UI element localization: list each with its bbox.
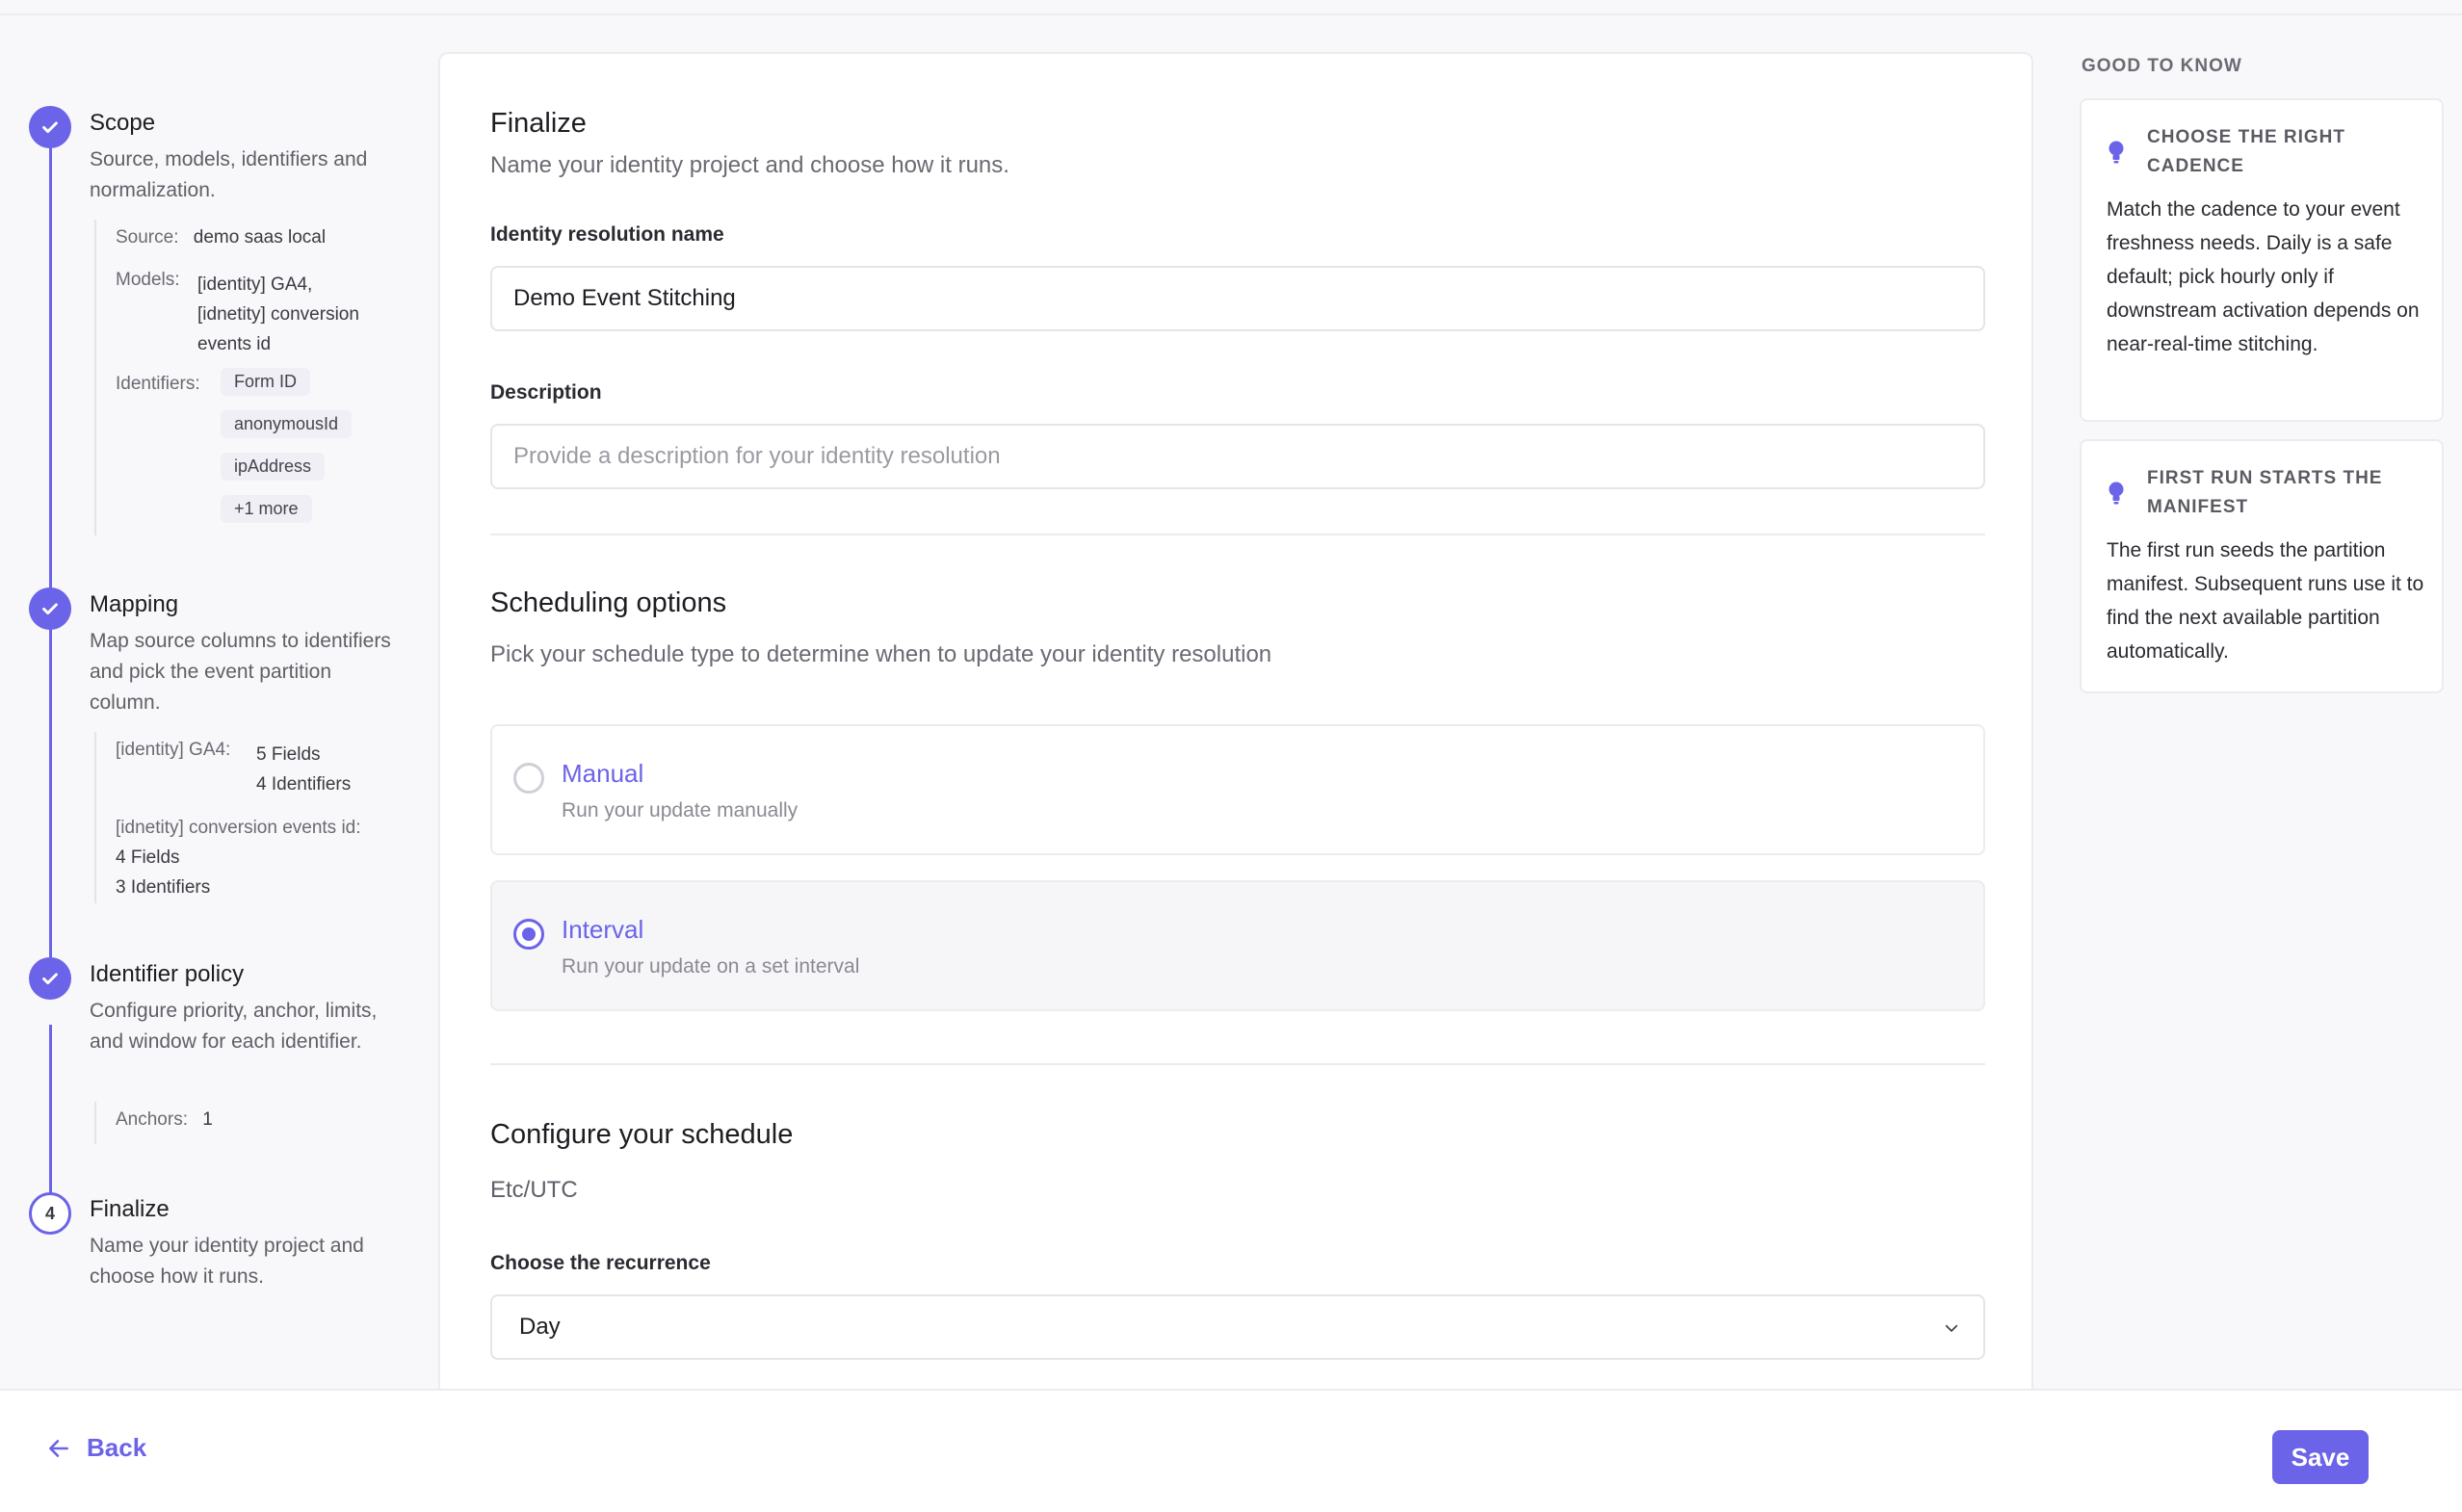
models-value-line: events id	[197, 334, 272, 354]
schedule-option-interval[interactable]: Interval Run your update on a set interv…	[490, 880, 1985, 1011]
step-title: Scope	[90, 110, 156, 136]
save-button[interactable]: Save	[2272, 1430, 2369, 1484]
scheduling-subtitle: Pick your schedule type to determine whe…	[490, 641, 1272, 667]
radio-button-selected[interactable]	[513, 919, 544, 950]
recurrence-label: Choose the recurrence	[490, 1252, 711, 1274]
step-description: Name your identity project and choose ho…	[90, 1235, 364, 1288]
identifier-chip: anonymousId	[221, 410, 353, 438]
scheduling-title: Scheduling options	[490, 587, 727, 618]
option-description: Run your update manually	[562, 799, 799, 821]
source-value: demo saas local	[193, 227, 327, 248]
step-mapping[interactable]: Mapping Map source columns to identifier…	[29, 587, 414, 925]
check-icon	[29, 957, 71, 1000]
page-title: Finalize	[490, 108, 587, 139]
tip-title: CHOOSE THE RIGHT CADENCE	[2147, 127, 2346, 176]
more-identifiers-chip[interactable]: +1 more	[221, 495, 312, 523]
identifier-chip: ipAddress	[221, 453, 326, 481]
models-value-line: [identity] GA4,	[197, 274, 313, 295]
option-description: Run your update on a set interval	[562, 955, 860, 978]
model-mapping-label: [identity] GA4:	[116, 740, 231, 760]
section-divider	[490, 1063, 1985, 1065]
identifiers-count: 3 Identifiers	[116, 877, 211, 898]
step-finalize[interactable]: 4 Finalize Name your identity project an…	[29, 1192, 414, 1308]
configure-title: Configure your schedule	[490, 1119, 794, 1150]
schedule-option-manual[interactable]: Manual Run your update manually	[490, 724, 1985, 855]
page-subtitle: Name your identity project and choose ho…	[490, 152, 1009, 178]
top-bar	[0, 0, 2462, 15]
step-title: Finalize	[90, 1196, 170, 1222]
arrow-left-icon	[49, 1439, 68, 1457]
fields-count: 4 Fields	[116, 847, 180, 868]
tip-card: CHOOSE THE RIGHT CADENCE Match the caden…	[2080, 98, 2444, 422]
tips-heading: GOOD TO KNOW	[2082, 56, 2242, 76]
step-identifier-policy[interactable]: Identifier policy Configure priority, an…	[29, 957, 414, 1150]
identifiers-count: 4 Identifiers	[256, 774, 352, 795]
step-description: Map source columns to identifiers and pi…	[90, 630, 391, 714]
identifier-chip: Form ID	[221, 368, 310, 396]
option-title: Manual	[562, 759, 644, 788]
fields-count: 5 Fields	[256, 744, 321, 765]
anchors-label: Anchors:	[116, 1109, 188, 1130]
name-label: Identity resolution name	[490, 223, 724, 246]
model-mapping-values: [idnetity] conversion events id: 4 Field…	[116, 813, 361, 902]
timezone-text: Etc/UTC	[490, 1177, 578, 1203]
step-details: Source: demo saas local Models: [identit…	[94, 220, 403, 535]
identifiers-label: Identifiers:	[116, 374, 200, 394]
step-description: Source, models, identifiers and normaliz…	[90, 148, 368, 201]
option-title: Interval	[562, 915, 644, 944]
models-value-line: [idnetity] conversion	[197, 304, 359, 325]
step-title: Mapping	[90, 591, 179, 617]
lightbulb-icon	[2108, 482, 2124, 505]
model-mapping-label: [idnetity] conversion events id:	[116, 818, 361, 838]
tip-body: Match the cadence to your event freshnes…	[2107, 198, 2420, 355]
back-button[interactable]: Back	[46, 1433, 146, 1463]
finalize-card: Finalize Name your identity project and …	[438, 52, 2033, 1400]
identity-name-input[interactable]	[490, 266, 1985, 331]
step-number: 4	[29, 1192, 71, 1235]
footer-bar: Back Save	[0, 1389, 2462, 1512]
tip-title: FIRST RUN STARTS THE MANIFEST	[2147, 468, 2383, 517]
model-mapping-values: 5 Fields 4 Identifiers	[256, 740, 351, 799]
radio-button[interactable]	[513, 763, 544, 794]
chevron-down-icon	[1945, 1324, 1958, 1332]
section-divider	[490, 534, 1985, 535]
step-details: [identity] GA4: 5 Fields 4 Identifiers […	[94, 732, 403, 903]
step-details: Anchors: 1	[94, 1102, 403, 1144]
models-label: Models:	[116, 270, 180, 290]
step-scope[interactable]: Scope Source, models, identifiers and no…	[29, 106, 414, 549]
models-value: [identity] GA4, [idnetity] conversion ev…	[197, 270, 359, 359]
description-label: Description	[490, 381, 602, 404]
check-icon	[29, 587, 71, 630]
description-input[interactable]	[490, 424, 1985, 489]
step-title: Identifier policy	[90, 961, 245, 987]
tip-card: FIRST RUN STARTS THE MANIFEST The first …	[2080, 439, 2444, 693]
recurrence-select[interactable]: Day	[490, 1294, 1985, 1360]
back-label: Back	[87, 1433, 147, 1462]
step-description: Configure priority, anchor, limits, and …	[90, 1000, 378, 1053]
check-icon	[29, 106, 71, 148]
source-label: Source:	[116, 227, 179, 248]
recurrence-value: Day	[519, 1314, 561, 1340]
tip-body: The first run seeds the partition manife…	[2107, 539, 2424, 663]
lightbulb-icon	[2108, 141, 2124, 164]
wizard-stepper: Scope Source, models, identifiers and no…	[0, 15, 424, 1389]
anchors-value: 1	[202, 1109, 213, 1130]
